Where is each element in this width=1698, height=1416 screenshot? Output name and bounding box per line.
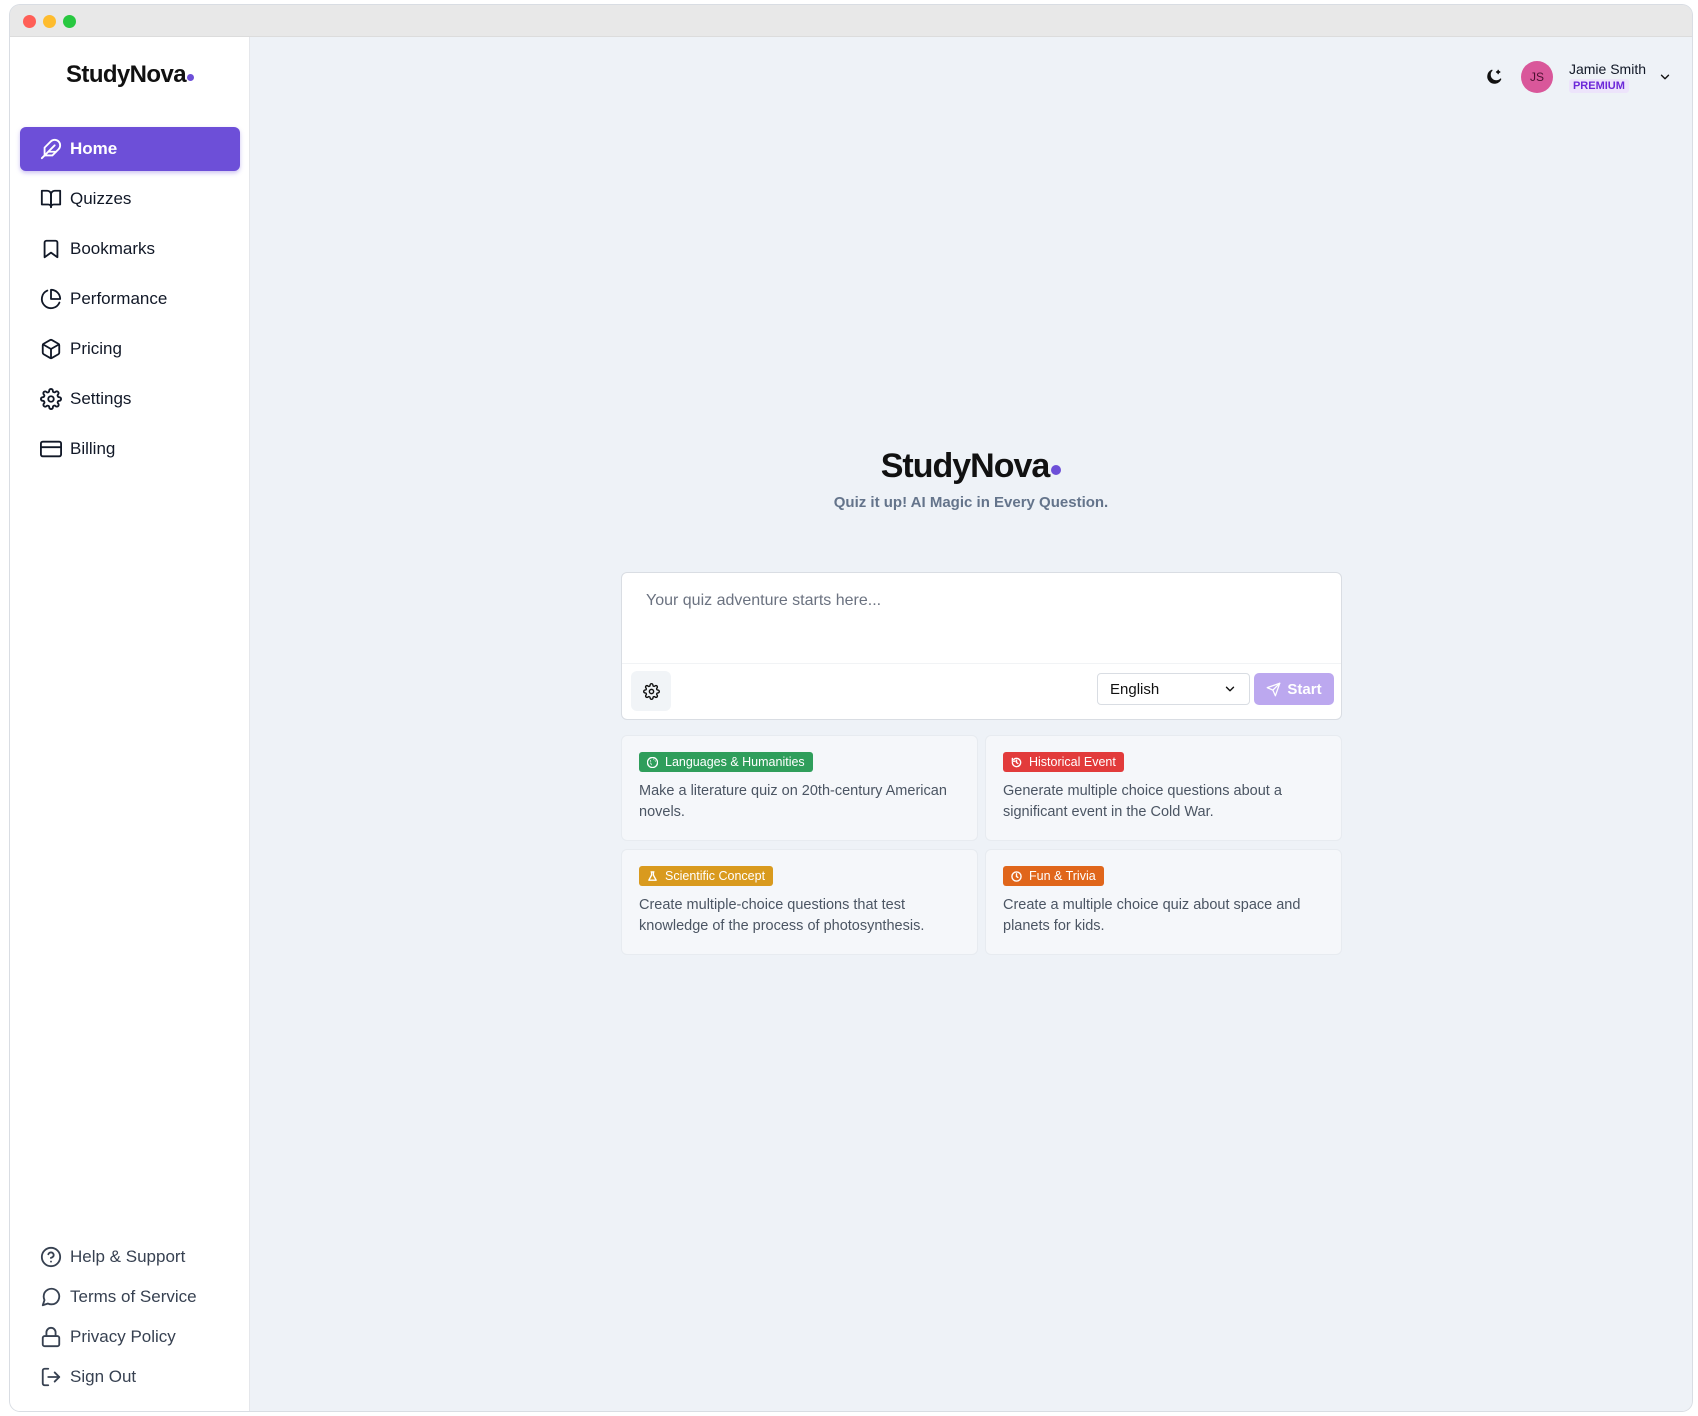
suggestion-text: Create multiple-choice questions that te…: [639, 896, 925, 934]
credit-card-icon: [40, 440, 62, 458]
sidebar-item-help[interactable]: Help & Support: [20, 1237, 240, 1277]
plan-badge: PREMIUM: [1568, 79, 1629, 93]
suggestion-card[interactable]: Historical Event Generate multiple choic…: [985, 735, 1342, 841]
start-label: Start: [1287, 680, 1322, 698]
app-window: StudyNova Home Quizzes Bookmarks Perform…: [10, 5, 1692, 1411]
log-out-icon: [41, 1367, 61, 1387]
sidebar-item-label: Settings: [70, 389, 132, 408]
sidebar-item-label: Home: [70, 139, 118, 158]
theme-toggle-button[interactable]: [1481, 64, 1507, 90]
lock-icon: [41, 1326, 61, 1348]
moon-icon: [1487, 69, 1502, 84]
category-tag: Languages & Humanities: [639, 752, 813, 772]
sidebar-item-label: Billing: [70, 439, 116, 458]
bookmark-icon: [43, 239, 59, 259]
sidebar-item-bookmarks[interactable]: Bookmarks: [20, 227, 240, 271]
sidebar-item-sign-out[interactable]: Sign Out: [20, 1357, 240, 1397]
quiz-composer: English Start: [621, 572, 1342, 720]
category-tag: Historical Event: [1003, 752, 1124, 772]
hero-tagline: Quiz it up! AI Magic in Every Question.: [833, 494, 1109, 511]
suggestion-card[interactable]: Languages & Humanities Make a literature…: [621, 735, 978, 841]
globe-icon: [647, 756, 658, 768]
suggestion-text: Create a multiple choice quiz about spac…: [1003, 896, 1301, 934]
pie-chart-icon: [40, 288, 62, 310]
sidebar-item-label: Pricing: [70, 339, 122, 358]
feather-icon: [40, 138, 62, 160]
hero-logo: StudyNova: [250, 447, 1692, 486]
sidebar-item-label: Performance: [70, 289, 168, 308]
chevron-down-icon[interactable]: [1658, 70, 1672, 84]
start-button[interactable]: Start: [1254, 673, 1334, 705]
avatar[interactable]: JS: [1520, 61, 1553, 93]
sidebar-item-label: Quizzes: [70, 189, 132, 208]
suggestion-card[interactable]: Scientific Concept Create multiple-choic…: [621, 849, 978, 955]
sidebar-logo[interactable]: StudyNova: [10, 61, 250, 89]
sidebar-item-label: Terms of Service: [70, 1287, 197, 1306]
sidebar-item-label: Help & Support: [70, 1247, 186, 1266]
book-open-icon: [40, 189, 62, 209]
box-icon: [41, 338, 61, 360]
sidebar-item-pricing[interactable]: Pricing: [20, 327, 240, 371]
sidebar-item-label: Privacy Policy: [70, 1327, 176, 1346]
sidebar-item-terms[interactable]: Terms of Service: [20, 1277, 240, 1317]
send-icon: [1267, 682, 1281, 696]
sidebar-item-label: Sign Out: [70, 1367, 137, 1386]
suggestion-card[interactable]: Fun & Trivia Create a multiple choice qu…: [985, 849, 1342, 955]
maximize-window-button[interactable]: [63, 15, 76, 28]
language-select[interactable]: English: [1097, 673, 1250, 705]
gear-icon: [642, 682, 660, 700]
quiz-prompt-input[interactable]: [623, 574, 1340, 660]
sidebar-item-settings[interactable]: Settings: [20, 377, 240, 421]
chevron-down-icon: [1225, 686, 1235, 692]
sidebar: StudyNova Home Quizzes Bookmarks Perform…: [10, 37, 250, 1411]
gear-icon: [40, 388, 62, 410]
close-window-button[interactable]: [23, 15, 36, 28]
window-titlebar: [10, 5, 1692, 37]
sidebar-nav: Home Quizzes Bookmarks Performance Prici…: [20, 127, 240, 477]
suggestion-text: Generate multiple choice questions about…: [1003, 782, 1282, 820]
history-icon: [1011, 757, 1022, 767]
main-content: JS Jamie Smith PREMIUM StudyNova Quiz it…: [250, 37, 1692, 1411]
top-bar: JS Jamie Smith PREMIUM: [1481, 57, 1672, 97]
message-circle-icon: [41, 1287, 61, 1307]
sidebar-item-quizzes[interactable]: Quizzes: [20, 177, 240, 221]
sidebar-item-home[interactable]: Home: [20, 127, 240, 171]
category-tag: Scientific Concept: [639, 866, 774, 886]
user-menu[interactable]: Jamie Smith PREMIUM: [1568, 61, 1646, 93]
suggestion-text: Make a literature quiz on 20th-century A…: [639, 782, 947, 820]
category-tag: Fun & Trivia: [1003, 866, 1104, 886]
sidebar-item-label: Bookmarks: [70, 239, 156, 258]
hero: StudyNova Quiz it up! AI Magic in Every …: [250, 447, 1692, 511]
sidebar-footer-nav: Help & Support Terms of Service Privacy …: [20, 1237, 240, 1397]
composer-divider: [622, 663, 1341, 664]
sidebar-item-privacy[interactable]: Privacy Policy: [20, 1317, 240, 1357]
minimize-window-button[interactable]: [43, 15, 56, 28]
sidebar-item-billing[interactable]: Billing: [20, 427, 240, 471]
composer-settings-button[interactable]: [631, 671, 671, 711]
help-circle-icon: [40, 1246, 62, 1268]
language-value: English: [1110, 680, 1160, 698]
clock-icon: [1011, 870, 1022, 882]
flask-icon: [648, 870, 657, 881]
sidebar-item-performance[interactable]: Performance: [20, 277, 240, 321]
user-name: Jamie Smith: [1568, 61, 1646, 77]
